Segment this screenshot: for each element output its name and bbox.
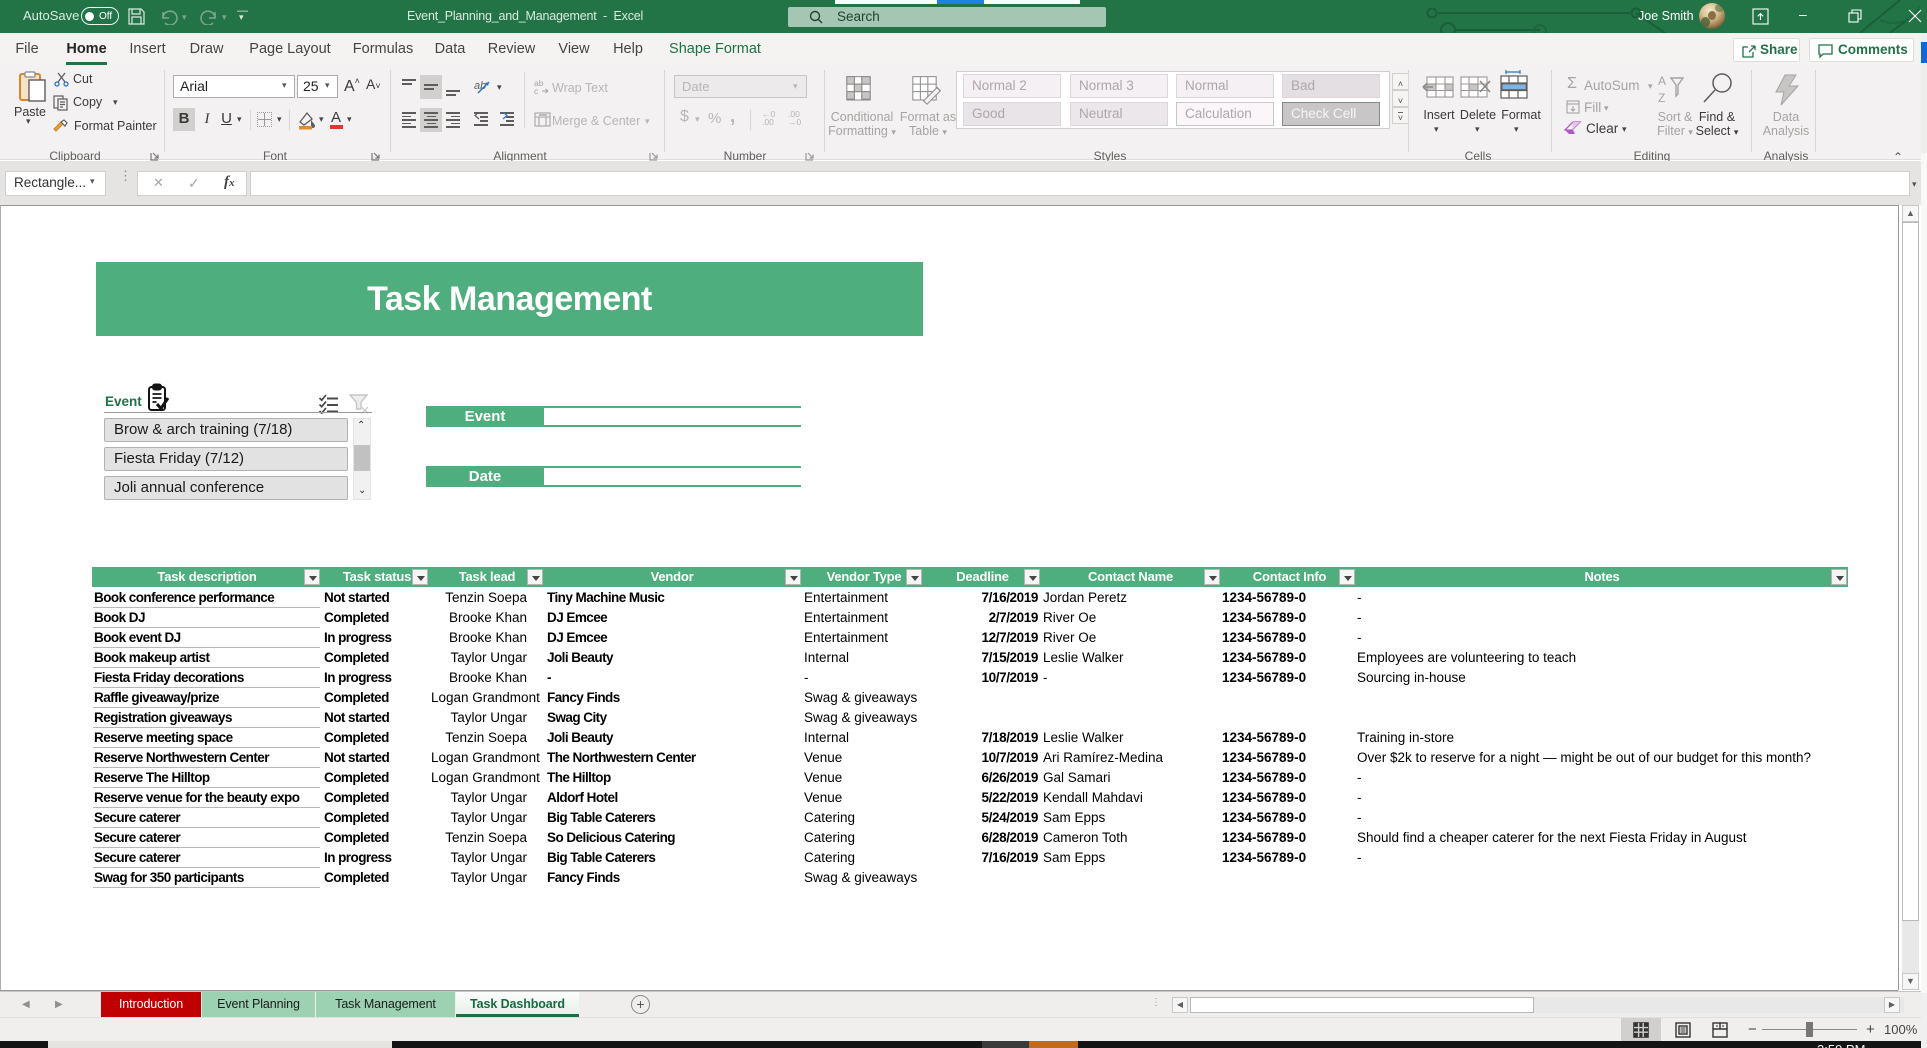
svg-text:A: A	[1658, 74, 1666, 88]
svg-text:Z: Z	[1658, 91, 1665, 105]
